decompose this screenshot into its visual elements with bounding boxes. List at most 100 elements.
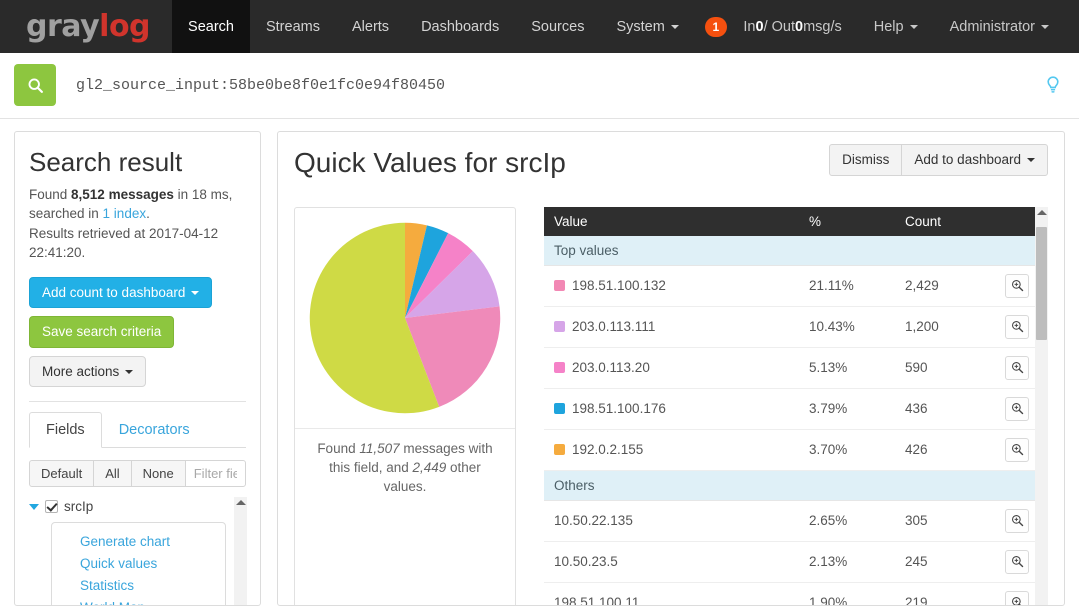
table-row[interactable]: 198.51.100.111.90%219 [544,582,1035,606]
add-count-to-dashboard-button[interactable]: Add count to dashboard [29,277,212,309]
more-actions-row: More actions [29,356,246,388]
throughput-out-value: 0 [795,19,803,35]
cell-count: 245 [895,541,987,582]
filter-fields-input[interactable] [185,460,246,487]
add-count-row: Add count to dashboard [29,277,246,309]
search-bar-container [0,53,1079,119]
fields-scroll-track[interactable] [234,508,247,606]
cell-percent: 1.90% [799,582,895,606]
top-navbar: graylog Search Streams Alerts Dashboards… [0,0,1079,53]
field-row-srcip[interactable]: srcIp [29,497,226,516]
field-action-generate-chart[interactable]: Generate chart [80,531,225,553]
pie-chart-caption: Found 11,507 messages with this field, a… [295,428,515,510]
pie-chart[interactable] [305,218,505,418]
chevron-down-icon [191,291,199,295]
field-action-statistics[interactable]: Statistics [80,575,225,597]
field-action-world-map[interactable]: World Map [80,597,225,606]
more-actions-label: More actions [42,364,119,380]
table-row[interactable]: 198.51.100.13221.11%2,429 [544,265,1035,306]
chevron-down-icon [1041,25,1049,29]
value-text: 192.0.2.155 [572,442,643,457]
save-search-criteria-button[interactable]: Save search criteria [29,316,174,348]
tab-decorators[interactable]: Decorators [102,412,207,448]
graylog-logo[interactable]: graylog [0,0,172,53]
field-checkbox-srcip[interactable] [45,500,58,513]
table-row[interactable]: 203.0.113.205.13%590 [544,347,1035,388]
nav-item-dashboards[interactable]: Dashboards [405,0,515,53]
fields-list-area: srcIp Generate chart Quick values Statis… [29,497,246,606]
table-row[interactable]: 192.0.2.1553.70%426 [544,429,1035,470]
nav-item-system-label: System [616,19,664,35]
throughput-in-value: 0 [755,19,763,35]
page-title: Search result [29,148,246,177]
column-header-percent[interactable]: % [799,207,895,236]
caption-other-values: 2,449 [412,460,446,475]
notification-badge[interactable]: 1 [705,17,727,37]
nav-item-dashboards-label: Dashboards [421,19,499,35]
field-label-srcip: srcIp [64,499,93,514]
found-prefix: Found [29,187,71,202]
dismiss-button[interactable]: Dismiss [829,144,902,176]
scroll-up-arrow-icon[interactable] [1037,210,1047,215]
table-row[interactable]: 198.51.100.1763.79%436 [544,388,1035,429]
quick-values-header: Quick Values for srcIp Dismiss Add to da… [294,144,1048,179]
fields-list-scrollbar[interactable] [234,497,247,606]
row-zoom-in-button[interactable] [1005,356,1029,380]
row-zoom-in-button[interactable] [1005,274,1029,298]
row-zoom-in-button[interactable] [1005,550,1029,574]
search-input[interactable] [76,77,1065,94]
row-zoom-in-button[interactable] [1005,438,1029,462]
lightbulb-icon[interactable] [1045,76,1061,94]
tab-fields[interactable]: Fields [29,412,102,448]
zoom-in-icon [1011,596,1024,606]
row-zoom-in-button[interactable] [1005,509,1029,533]
more-actions-button[interactable]: More actions [29,356,146,388]
scroll-up-arrow-icon[interactable] [236,500,246,505]
nav-item-streams[interactable]: Streams [250,0,336,53]
pie-chart-card: Found 11,507 messages with this field, a… [294,207,516,606]
zoom-in-icon [1011,402,1024,415]
series-color-swatch [554,280,565,291]
field-action-quick-values[interactable]: Quick values [80,553,225,575]
zoom-in-icon [1011,443,1024,456]
table-row[interactable]: 203.0.113.11110.43%1,200 [544,306,1035,347]
nav-item-alerts[interactable]: Alerts [336,0,405,53]
row-zoom-in-button[interactable] [1005,591,1029,606]
column-header-value[interactable]: Value [544,207,799,236]
row-zoom-in-button[interactable] [1005,315,1029,339]
table-row[interactable]: 10.50.22.1352.65%305 [544,500,1035,541]
nav-item-help[interactable]: Help [858,0,934,53]
column-header-count[interactable]: Count [895,207,987,236]
zoom-in-icon [1011,279,1024,292]
search-bar [14,64,1065,106]
filter-none-button[interactable]: None [131,460,186,487]
quick-values-actions: Dismiss Add to dashboard [829,144,1048,176]
table-body: Top values198.51.100.13221.11%2,429 203.… [544,236,1035,606]
nav-item-search-label: Search [188,19,234,35]
row-zoom-in-button[interactable] [1005,397,1029,421]
table-scroll-track[interactable] [1035,218,1048,606]
cell-value: 203.0.113.111 [544,306,799,347]
table-row[interactable]: 10.50.23.52.13%245 [544,541,1035,582]
value-text: 203.0.113.20 [572,360,650,375]
dismiss-label: Dismiss [842,152,889,168]
search-submit-button[interactable] [14,64,56,106]
nav-item-user-menu[interactable]: Administrator [934,0,1065,53]
table-header-row: Value % Count [544,207,1035,236]
cell-actions [987,541,1035,582]
series-color-swatch [554,444,565,455]
table-scrollbar[interactable] [1035,207,1048,606]
nav-item-search[interactable]: Search [172,0,250,53]
value-text: 10.50.23.5 [554,554,618,569]
add-to-dashboard-button[interactable]: Add to dashboard [901,144,1048,176]
chevron-down-icon [1027,158,1035,162]
index-link[interactable]: 1 index [103,206,147,221]
field-actions-panel: Generate chart Quick values Statistics W… [51,522,226,606]
nav-item-system[interactable]: System [600,0,694,53]
filter-default-button[interactable]: Default [29,460,94,487]
filter-all-button[interactable]: All [93,460,131,487]
throughput-indicator[interactable]: In 0 / Out 0 msg/s [727,0,857,53]
table-scroll-thumb[interactable] [1036,227,1047,340]
triangle-down-icon[interactable] [29,504,39,510]
nav-item-sources[interactable]: Sources [515,0,600,53]
